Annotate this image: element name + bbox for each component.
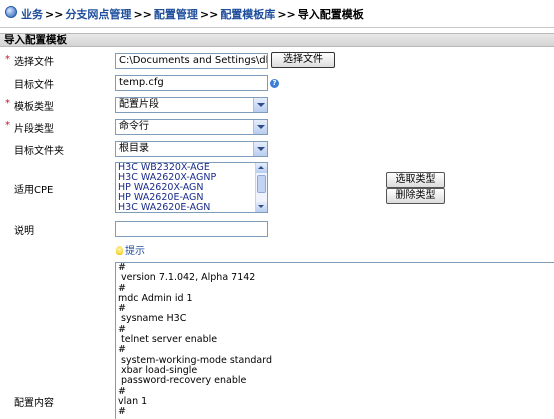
fragment-type-label: 片段类型: [14, 124, 54, 135]
breadcrumb-current: 导入配置模板: [297, 8, 364, 21]
breadcrumb-link-config-mgmt[interactable]: 配置管理: [154, 8, 198, 21]
panel-title: 导入配置模板: [0, 33, 554, 47]
breadcrumb-trail: 业务 >> 分支网点管理 >> 配置管理 >> 配置模板库 >> 导入配置模板: [21, 6, 364, 22]
breadcrumb-separator: >>: [277, 8, 296, 21]
config-line: #: [118, 406, 126, 418]
config-line: version 7.1.042, Alpha 7142: [118, 272, 256, 284]
template-type-select[interactable]: 配置片段: [115, 97, 268, 113]
choose-file-button[interactable]: 选择文件: [271, 52, 335, 68]
target-file-label: 目标文件: [14, 80, 54, 91]
target-file-input[interactable]: temp.cfg: [115, 75, 268, 91]
breadcrumb-separator: >>: [133, 8, 152, 21]
scroll-down-icon[interactable]: [256, 202, 267, 212]
target-folder-label: 目标文件夹: [14, 146, 64, 157]
description-input[interactable]: [115, 221, 268, 237]
chevron-down-icon[interactable]: [253, 120, 267, 134]
config-line: sysname H3C: [118, 313, 187, 325]
chevron-down-icon[interactable]: [253, 142, 267, 156]
config-line: mdc Admin id 1: [118, 292, 193, 304]
select-file-label: 选择文件: [14, 57, 54, 68]
list-item[interactable]: H3C WA2620E-AGN: [116, 203, 267, 213]
fragment-type-select[interactable]: 命令行: [115, 119, 268, 135]
config-content-label: 配置内容: [14, 398, 54, 409]
template-type-value: 配置片段: [119, 99, 159, 110]
scroll-up-icon[interactable]: [256, 163, 267, 173]
delete-type-button[interactable]: 删除类型: [386, 188, 445, 204]
lightbulb-icon: [116, 246, 123, 255]
target-folder-select[interactable]: 根目录: [115, 141, 268, 157]
breadcrumb-link-business[interactable]: 业务: [21, 8, 43, 21]
cpe-listbox[interactable]: H3C WB2320X-AGE H3C WA2620X-AGNP HP WA26…: [115, 162, 268, 213]
template-type-label: 模板类型: [14, 102, 54, 113]
config-line: vlan 1: [118, 395, 148, 407]
required-mark: *: [5, 98, 10, 109]
description-label: 说明: [14, 226, 34, 237]
breadcrumb: 业务 >> 分支网点管理 >> 配置管理 >> 配置模板库 >> 导入配置模板: [0, 0, 554, 26]
fragment-type-value: 命令行: [119, 121, 149, 132]
chevron-down-icon[interactable]: [253, 98, 267, 112]
config-content-textarea[interactable]: # version 7.1.042, Alpha 7142 # mdc Admi…: [115, 262, 554, 419]
breadcrumb-separator: >>: [45, 8, 64, 21]
config-line: password-recovery enable: [118, 375, 247, 387]
hint-link[interactable]: 提示: [116, 242, 145, 257]
file-path-input[interactable]: C:\Documents and Settings\dkf3744\桌面\tr: [115, 53, 268, 69]
help-icon[interactable]: ?: [270, 79, 279, 88]
select-type-button[interactable]: 选取类型: [386, 172, 445, 188]
globe-icon: [5, 6, 17, 18]
config-line: #: [118, 385, 126, 397]
breadcrumb-link-template-lib[interactable]: 配置模板库: [220, 8, 275, 21]
target-folder-value: 根目录: [119, 143, 149, 154]
scroll-thumb[interactable]: [257, 175, 266, 193]
required-mark: *: [5, 120, 10, 131]
breadcrumb-link-branch[interactable]: 分支网点管理: [65, 8, 131, 21]
divider: [0, 27, 554, 28]
scrollbar[interactable]: [255, 163, 267, 212]
cpe-label: 适用CPE: [14, 185, 54, 196]
required-mark: *: [5, 54, 10, 65]
config-line: telnet server enable: [118, 334, 218, 346]
hint-label: 提示: [125, 246, 145, 257]
breadcrumb-separator: >>: [199, 8, 219, 21]
